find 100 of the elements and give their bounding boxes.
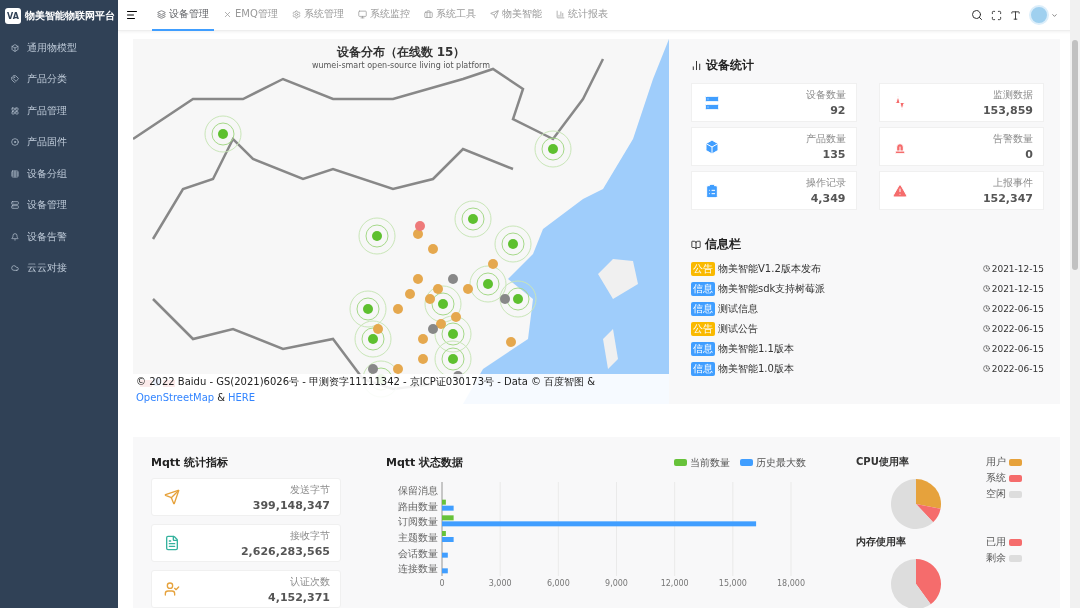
fullscreen-icon[interactable] bbox=[991, 9, 1002, 21]
stat-value: 0 bbox=[1025, 148, 1033, 161]
type-tag: 信息 bbox=[691, 341, 715, 356]
map-attribution: © 2022 Baidu - GS(2021)6026号 - 甲测资字11111342 - 京ICP证030173号 - Data © 百度智图 & bbox=[136, 375, 596, 389]
stat-icon bbox=[164, 581, 180, 597]
chart-title: CPU使用率 bbox=[856, 455, 909, 469]
tab-icon bbox=[357, 9, 367, 19]
stat-icon bbox=[164, 535, 180, 551]
legend-item[interactable]: 用户 bbox=[986, 455, 1022, 469]
menu-toggle-icon[interactable] bbox=[126, 9, 138, 21]
stat-value: 152,347 bbox=[982, 192, 1033, 205]
bar-chart-icon bbox=[691, 60, 702, 71]
info-date: 2022-06-15 bbox=[991, 323, 1044, 334]
tab-icon bbox=[423, 9, 433, 19]
info-title[interactable]: 测试公告 bbox=[718, 321, 758, 336]
stat-icon bbox=[164, 489, 180, 505]
stat-value: 4,152,371 bbox=[268, 590, 330, 604]
legend-item[interactable]: 剩余 bbox=[986, 551, 1022, 565]
axis-tick-label: 3,000 bbox=[488, 579, 512, 588]
clock-icon bbox=[982, 365, 990, 372]
axis-category-label: 订阅数量 bbox=[398, 516, 438, 528]
legend-item[interactable]: 已用 bbox=[986, 535, 1022, 549]
tab-icon bbox=[223, 9, 232, 19]
stat-value: 92 bbox=[830, 104, 846, 117]
axis-tick-label: 18,000 bbox=[777, 579, 805, 588]
info-title[interactable]: 测试信息 bbox=[718, 301, 758, 316]
menu-item-icon bbox=[11, 201, 19, 210]
sidebar-item[interactable]: 云云对接 bbox=[0, 252, 118, 284]
tab-icon bbox=[555, 9, 565, 19]
axis-category-label: 路由数量 bbox=[398, 500, 438, 512]
stat-label: 认证次数 bbox=[290, 574, 330, 589]
menu-item-icon bbox=[11, 169, 19, 178]
clock-icon bbox=[982, 285, 990, 292]
bar bbox=[442, 552, 448, 558]
stat-value: 2,626,283,565 bbox=[240, 544, 330, 558]
search-icon[interactable] bbox=[971, 9, 983, 21]
stat-label: 监测数据 bbox=[993, 88, 1033, 102]
stat-label: 告警数量 bbox=[993, 132, 1033, 146]
info-title[interactable]: 物美智能V1.2版本发布 bbox=[718, 261, 821, 276]
type-tag: 信息 bbox=[691, 281, 715, 296]
menu-item-icon bbox=[11, 75, 19, 84]
axis-category-label: 会话数量 bbox=[398, 547, 438, 559]
stat-label: 操作记录 bbox=[805, 176, 846, 190]
tab-icon bbox=[291, 9, 301, 19]
section-title: 设备统计 bbox=[706, 57, 754, 74]
sidebar-item[interactable]: 产品固件 bbox=[0, 126, 118, 158]
clock-icon bbox=[982, 305, 990, 312]
stat-label: 上报事件 bbox=[993, 176, 1033, 190]
sidebar-item[interactable]: 产品管理 bbox=[0, 95, 118, 127]
stat-value: 135 bbox=[822, 148, 846, 161]
clock-icon bbox=[982, 325, 990, 332]
logo-icon: VA bbox=[5, 8, 21, 24]
sidebar-item[interactable]: 产品分类 bbox=[0, 63, 118, 95]
sidebar-item[interactable]: 设备告警 bbox=[0, 221, 118, 253]
axis-category-label: 保留消息 bbox=[398, 484, 438, 496]
sidebar-item[interactable]: 设备分组 bbox=[0, 158, 118, 190]
map-title: 设备分布（在线数 15） bbox=[335, 44, 467, 61]
stat-label: 发送字节 bbox=[290, 482, 330, 497]
info-date: 2021-12-15 bbox=[991, 283, 1044, 294]
caret-icon[interactable] bbox=[1051, 11, 1058, 19]
tab-icon bbox=[489, 9, 499, 19]
chart-title: 内存使用率 bbox=[856, 535, 906, 549]
info-date: 2022-06-15 bbox=[991, 343, 1044, 354]
type-tag: 公告 bbox=[691, 261, 715, 276]
attribution-link[interactable]: OpenStreetMap bbox=[136, 392, 215, 403]
scrollbar[interactable] bbox=[1070, 0, 1080, 608]
info-date: 2022-06-15 bbox=[991, 303, 1044, 314]
axis-tick-label: 12,000 bbox=[660, 579, 689, 588]
book-icon bbox=[691, 239, 701, 250]
axis-tick-label: 6,000 bbox=[546, 579, 570, 588]
menu-item-icon bbox=[11, 264, 19, 273]
menu-item-icon bbox=[11, 138, 19, 147]
pie-chart bbox=[889, 557, 943, 608]
type-tag: 信息 bbox=[691, 361, 715, 376]
sidebar-item[interactable]: 设备管理 bbox=[0, 189, 118, 221]
axis-tick-label: 0 bbox=[439, 579, 445, 588]
legend-item[interactable]: 当前数量 bbox=[674, 455, 730, 470]
pie-chart bbox=[889, 477, 943, 531]
app-title: 物美智能物联网平台 bbox=[25, 9, 115, 23]
info-title[interactable]: 物美智能sdk支持树莓派 bbox=[718, 281, 826, 296]
legend-item[interactable]: 历史最大数 bbox=[740, 455, 806, 470]
info-date: 2021-12-15 bbox=[991, 263, 1044, 274]
chart-title: Mqtt 状态数据 bbox=[386, 455, 464, 470]
info-title[interactable]: 物美智能1.1版本 bbox=[718, 341, 794, 356]
bar bbox=[442, 568, 448, 574]
stat-value: 399,148,347 bbox=[252, 498, 330, 512]
stat-label: 产品数量 bbox=[805, 132, 846, 146]
nav-tab[interactable]: 设备管理 bbox=[152, 0, 214, 31]
font-size-icon[interactable] bbox=[1010, 9, 1021, 21]
section-title: Mqtt 统计指标 bbox=[151, 455, 230, 470]
legend-item[interactable]: 系统 bbox=[986, 471, 1022, 485]
clock-icon bbox=[982, 265, 990, 272]
type-tag: 公告 bbox=[691, 321, 715, 336]
menu-item-icon bbox=[11, 43, 19, 52]
sidebar-item[interactable]: 通用物模型 bbox=[0, 32, 118, 64]
tab-icon bbox=[157, 9, 166, 19]
stat-value: 153,859 bbox=[982, 104, 1033, 117]
legend-item[interactable]: 空闲 bbox=[986, 487, 1022, 501]
attribution-link[interactable]: HERE bbox=[228, 392, 256, 403]
info-title[interactable]: 物美智能1.0版本 bbox=[718, 361, 794, 376]
